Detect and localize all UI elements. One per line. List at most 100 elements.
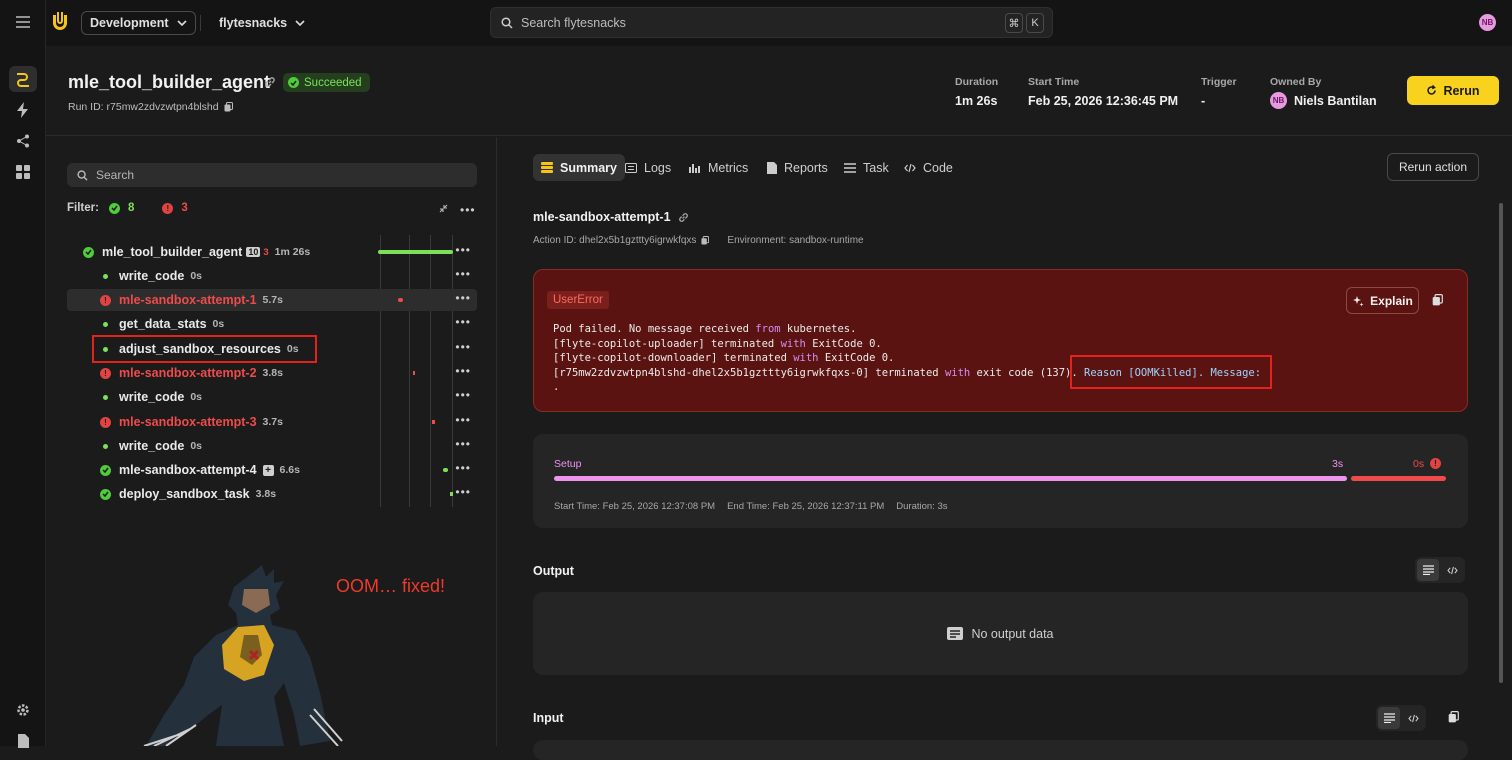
action-meta: Action ID: dhel2x5b1gzttty6igrwkfqxs Env… (533, 235, 864, 246)
menu-icon[interactable] (9, 9, 37, 35)
tree-row[interactable]: get_data_stats 0s ••• (67, 313, 477, 335)
input-title: Input (533, 711, 564, 725)
copy-icon[interactable] (1448, 711, 1459, 723)
setup-duration-text: Duration: 3s (896, 501, 948, 512)
failed-count: 3 (181, 202, 188, 214)
more-icon[interactable]: ••• (455, 486, 471, 498)
tree-row-duration: 0s (190, 270, 202, 282)
copy-icon[interactable] (701, 236, 710, 245)
link-icon[interactable] (264, 76, 276, 88)
action-title: mle-sandbox-attempt-1 (533, 210, 689, 224)
docs-icon[interactable] (9, 728, 37, 754)
user-avatar[interactable]: NB (1479, 14, 1496, 31)
action-detail-panel: Summary Logs Metrics Reports Task Code R… (498, 137, 1512, 760)
apps-grid-icon[interactable] (9, 159, 37, 185)
tree-row-duration: 3.7s (262, 416, 283, 428)
code-view-icon[interactable] (1402, 707, 1424, 729)
check-circle-icon (100, 464, 111, 476)
tab-summary[interactable]: Summary (533, 154, 625, 181)
tree-row[interactable]: write_code 0s ••• (67, 435, 477, 457)
check-circle-icon (108, 202, 120, 214)
tree-row-duration: 3.8s (255, 488, 277, 500)
chevron-down-icon (295, 20, 305, 26)
scrollbar-thumb[interactable] (1499, 203, 1503, 683)
more-icon[interactable]: ••• (455, 244, 471, 256)
search-placeholder: Search flytesnacks (521, 15, 626, 30)
formatted-view-icon[interactable] (1417, 559, 1439, 581)
empty-data-icon (947, 627, 964, 640)
fail-count-badge: 3 (263, 246, 269, 258)
input-view-toggle[interactable] (1376, 705, 1426, 731)
copy-icon[interactable] (224, 102, 233, 112)
rerun-button[interactable]: Rerun (1407, 76, 1499, 105)
more-icon[interactable]: ••• (455, 268, 471, 280)
more-icon[interactable]: ••• (455, 438, 471, 450)
status-filter: Filter: 8 ! 3 (67, 202, 188, 214)
expand-plus-icon[interactable]: + (262, 464, 274, 476)
copy-icon[interactable] (1432, 294, 1443, 306)
more-icon[interactable]: ••• (455, 365, 471, 377)
setup-times: Start Time: Feb 25, 2026 12:37:08 PM End… (554, 501, 948, 512)
timeline-bar (450, 492, 453, 496)
tab-label: Logs (644, 160, 672, 175)
fail-bar (1351, 476, 1446, 481)
rerun-action-button[interactable]: Rerun action (1387, 153, 1479, 181)
tree-row[interactable]: deploy_sandbox_task 3.8s ••• (67, 483, 477, 505)
explain-button[interactable]: Explain (1346, 287, 1419, 314)
scrollbar[interactable] (1498, 197, 1504, 757)
tree-row-selected[interactable]: ! mle-sandbox-attempt-1 5.7s ••• (67, 289, 477, 311)
filter-failed[interactable]: ! 3 (162, 202, 188, 214)
union-logo-icon[interactable] (51, 12, 69, 32)
formatted-view-icon[interactable] (1378, 707, 1400, 729)
tab-logs[interactable]: Logs (617, 154, 679, 181)
tab-label: Task (863, 160, 889, 175)
error-type-badge: UserError (547, 291, 609, 309)
success-dot-icon (103, 321, 108, 327)
link-icon[interactable] (678, 212, 689, 223)
output-view-toggle[interactable] (1415, 557, 1465, 583)
task-icon (844, 162, 856, 173)
more-icon[interactable]: ••• (455, 389, 471, 401)
tree-row[interactable]: write_code 0s ••• (67, 386, 477, 408)
filter-success[interactable]: 8 (108, 202, 134, 214)
tree-row-duration: 0s (190, 391, 202, 403)
code-view-icon[interactable] (1441, 559, 1463, 581)
tree-row[interactable]: mle-sandbox-attempt-4 + 6.6s ••• (67, 459, 477, 481)
more-icon[interactable]: ••• (455, 341, 471, 353)
triggers-icon[interactable] (9, 97, 37, 123)
share-icon[interactable] (9, 128, 37, 154)
tab-code[interactable]: Code (896, 154, 961, 181)
kbd-k: K (1026, 13, 1044, 33)
tab-label: Reports (784, 160, 828, 175)
more-icon[interactable]: ••• (455, 462, 471, 474)
more-icon[interactable]: ••• (455, 292, 471, 304)
more-icon[interactable]: ••• (455, 414, 471, 426)
global-search-input[interactable]: Search flytesnacks ⌘ K (490, 7, 1053, 38)
more-icon[interactable]: ••• (460, 204, 476, 216)
tab-label: Metrics (708, 160, 749, 175)
setup-bar (554, 476, 1347, 481)
tree-search-input[interactable]: Search (67, 163, 477, 187)
tree-row-root[interactable]: mle_tool_builder_agent 10 3 1m 26s ••• (67, 241, 477, 263)
runs-icon[interactable] (9, 66, 37, 92)
run-title: mle_tool_builder_agent (68, 72, 271, 92)
tab-reports[interactable]: Reports (759, 154, 836, 181)
fail-duration: 0s (1413, 458, 1425, 470)
tab-metrics[interactable]: Metrics (681, 154, 756, 181)
project-dropdown[interactable]: flytesnacks (211, 11, 313, 35)
tree-search-placeholder: Search (96, 168, 135, 182)
explain-label: Explain (1370, 293, 1413, 308)
collapse-icon[interactable] (439, 204, 448, 213)
more-icon[interactable]: ••• (455, 316, 471, 328)
search-icon (77, 169, 88, 181)
status-badge: Succeeded (283, 73, 370, 92)
setup-duration: 3s (1332, 458, 1344, 470)
tree-row[interactable]: ! mle-sandbox-attempt-3 3.7s ••• (67, 411, 477, 433)
settings-gear-icon[interactable] (9, 697, 37, 723)
tab-task[interactable]: Task (836, 154, 897, 181)
tree-row[interactable]: ! mle-sandbox-attempt-2 3.8s ••• (67, 362, 477, 384)
tree-row-label: deploy_sandbox_task (119, 487, 250, 501)
domain-dropdown[interactable]: Development (81, 11, 196, 35)
annotation-text: OOM… fixed! (336, 576, 446, 596)
tree-row[interactable]: write_code 0s ••• (67, 265, 477, 287)
